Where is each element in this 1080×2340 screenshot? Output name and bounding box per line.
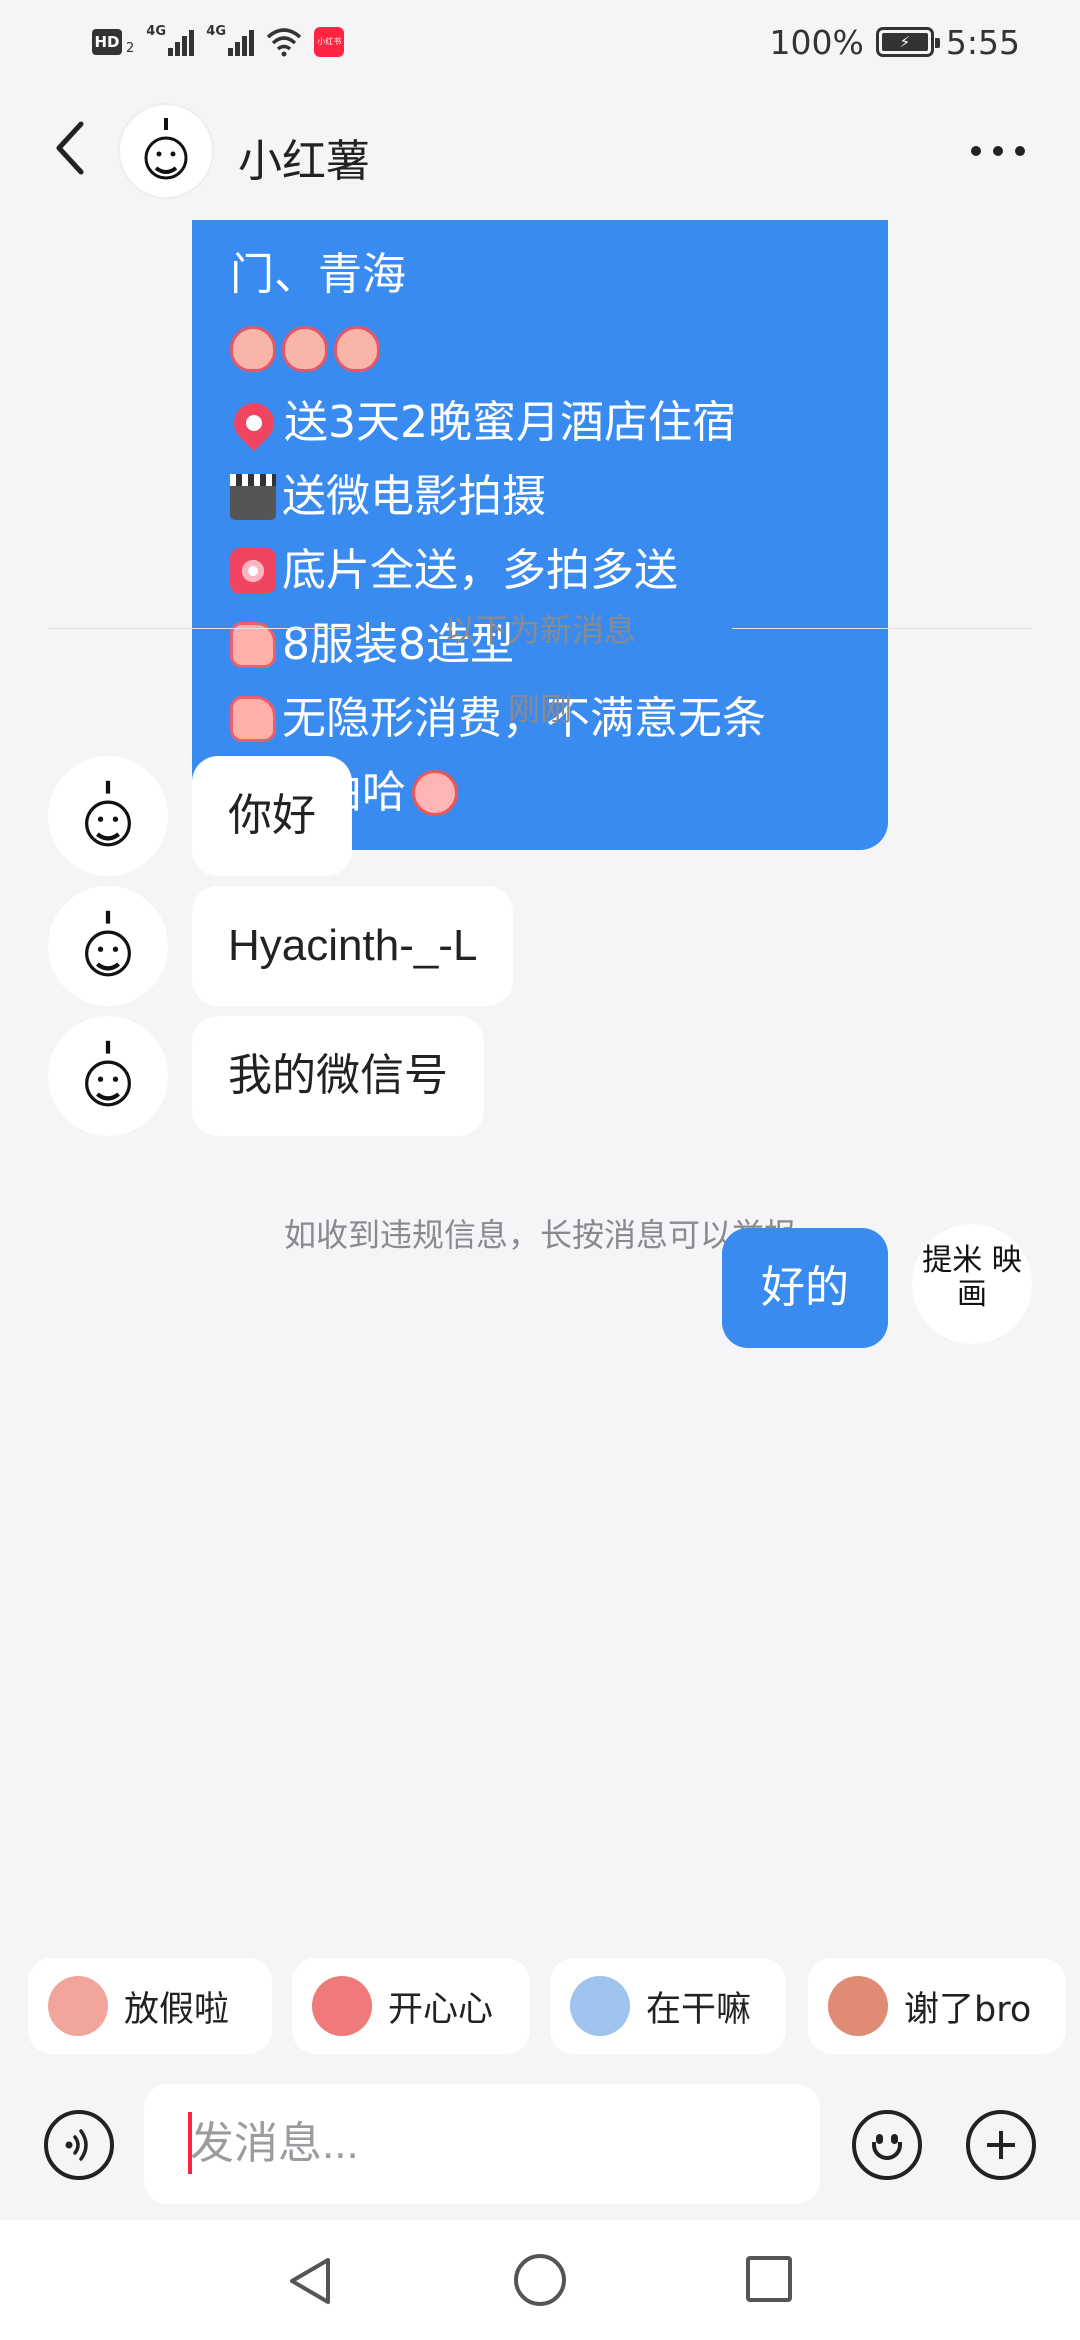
card-line-emoji — [230, 312, 852, 386]
system-nav-bar — [0, 2220, 1080, 2340]
clock: 5:55 — [945, 22, 1020, 62]
message-timestamp: 刚刚 — [507, 690, 572, 728]
battery-icon: ⚡ — [875, 27, 940, 57]
report-notice: 如收到违规信息，长按消息可以举报 — [283, 1216, 796, 1254]
hd-badge: HD — [92, 29, 122, 55]
voice-button[interactable] — [44, 2110, 114, 2180]
quick-reply-label: 开心心 — [388, 1989, 494, 2030]
more-options-button[interactable] — [960, 123, 1036, 179]
message-input[interactable] — [144, 2084, 820, 2204]
status-icons-right: 100% ⚡ 5:55 — [770, 20, 1020, 64]
signal-icon: 4G — [146, 24, 195, 56]
message-bubble[interactable]: 你好 — [192, 756, 352, 876]
laughing-face-icon — [412, 770, 458, 816]
avatar-face-icon — [85, 780, 131, 847]
clap-emoji-icon — [230, 326, 276, 372]
camera-icon — [230, 548, 276, 594]
nav-home-icon[interactable] — [514, 2254, 566, 2306]
contact-name: 小红薯 — [238, 136, 370, 187]
quick-reply-label: 放假啦 — [124, 1989, 230, 2030]
my-message-bubble[interactable]: 好的 — [722, 1228, 888, 1348]
contact-avatar[interactable] — [48, 886, 168, 1006]
more-dot-icon — [993, 146, 1003, 156]
clap-emoji-icon — [334, 326, 380, 372]
signal-icon-2: 4G — [206, 24, 255, 56]
wifi-icon — [267, 28, 302, 57]
message-bubble[interactable]: Hyacinth-_-L — [192, 886, 514, 1006]
battery-percent: 100% — [769, 22, 864, 62]
quick-reply-label: 在干嘛 — [646, 1989, 752, 2030]
card-line: 送微电影拍摄 — [230, 460, 852, 534]
xiaohongshu-app-icon: 小红书 — [314, 27, 345, 57]
clapperboard-icon — [230, 474, 276, 520]
quick-reply-chip[interactable]: 放假啦 — [28, 1958, 272, 2054]
message-input-bar — [0, 2070, 1080, 2220]
chat-area[interactable]: 门、青海 送3天2晚蜜月酒店住宿 送微电影拍摄 底片全送，多拍多送 8服装8造型… — [0, 210, 1080, 1920]
back-button[interactable] — [40, 115, 100, 181]
new-messages-label: 以下为新消息 — [444, 611, 637, 649]
more-dot-icon — [1015, 146, 1025, 156]
card-line: 门、青海 — [230, 249, 406, 300]
quick-reply-chip[interactable]: 在干嘛 — [550, 1958, 786, 2054]
add-button[interactable] — [966, 2110, 1036, 2180]
avatar-face-icon — [85, 1040, 131, 1107]
chevron-left-icon — [56, 121, 84, 175]
sticker-icon — [828, 1976, 888, 2036]
location-pin-icon — [225, 394, 283, 452]
message-bubble[interactable]: 我的微信号 — [192, 1016, 484, 1136]
nav-back-icon[interactable] — [284, 2254, 338, 2308]
sticker-icon — [48, 1976, 108, 2036]
contact-avatar[interactable] — [118, 103, 214, 199]
sim1-label: 4G — [146, 24, 166, 39]
more-dot-icon — [971, 146, 981, 156]
sim2-label: 4G — [206, 24, 226, 39]
quick-reply-label: 谢了bro — [904, 1989, 1032, 2030]
my-avatar[interactable]: 提米 映画 — [912, 1224, 1032, 1344]
text-cursor — [188, 2112, 192, 2174]
nav-recent-icon[interactable] — [746, 2256, 792, 2302]
chat-header: 小红薯 — [0, 95, 1080, 205]
hd-sub-label: 2 — [126, 40, 135, 56]
clap-emoji-icon — [282, 326, 328, 372]
quick-reply-bar: 放假啦 开心心 在干嘛 谢了bro — [0, 1920, 1080, 2070]
status-icons-left: HD 2 4G 4G 小红书 — [92, 22, 345, 62]
status-bar: HD 2 4G 4G 小红书 100% ⚡ 5:55 — [0, 0, 1080, 80]
quick-reply-chip[interactable]: 谢了bro — [808, 1958, 1066, 2054]
card-line: 送3天2晚蜜月酒店住宿 — [225, 386, 852, 460]
sticker-icon — [312, 1976, 372, 2036]
avatar-face-icon — [85, 910, 131, 977]
contact-avatar[interactable] — [48, 1016, 168, 1136]
contact-avatar[interactable] — [48, 756, 168, 876]
sticker-icon — [570, 1976, 630, 2036]
smiley-icon — [872, 2142, 902, 2160]
card-line: 底片全送，多拍多送 — [230, 534, 852, 608]
emoji-button[interactable] — [852, 2110, 922, 2180]
new-messages-divider: 以下为新消息 — [48, 598, 1033, 658]
voice-icon — [65, 2129, 88, 2161]
quick-reply-chip[interactable]: 开心心 — [292, 1958, 530, 2054]
avatar-face-icon — [144, 118, 188, 180]
